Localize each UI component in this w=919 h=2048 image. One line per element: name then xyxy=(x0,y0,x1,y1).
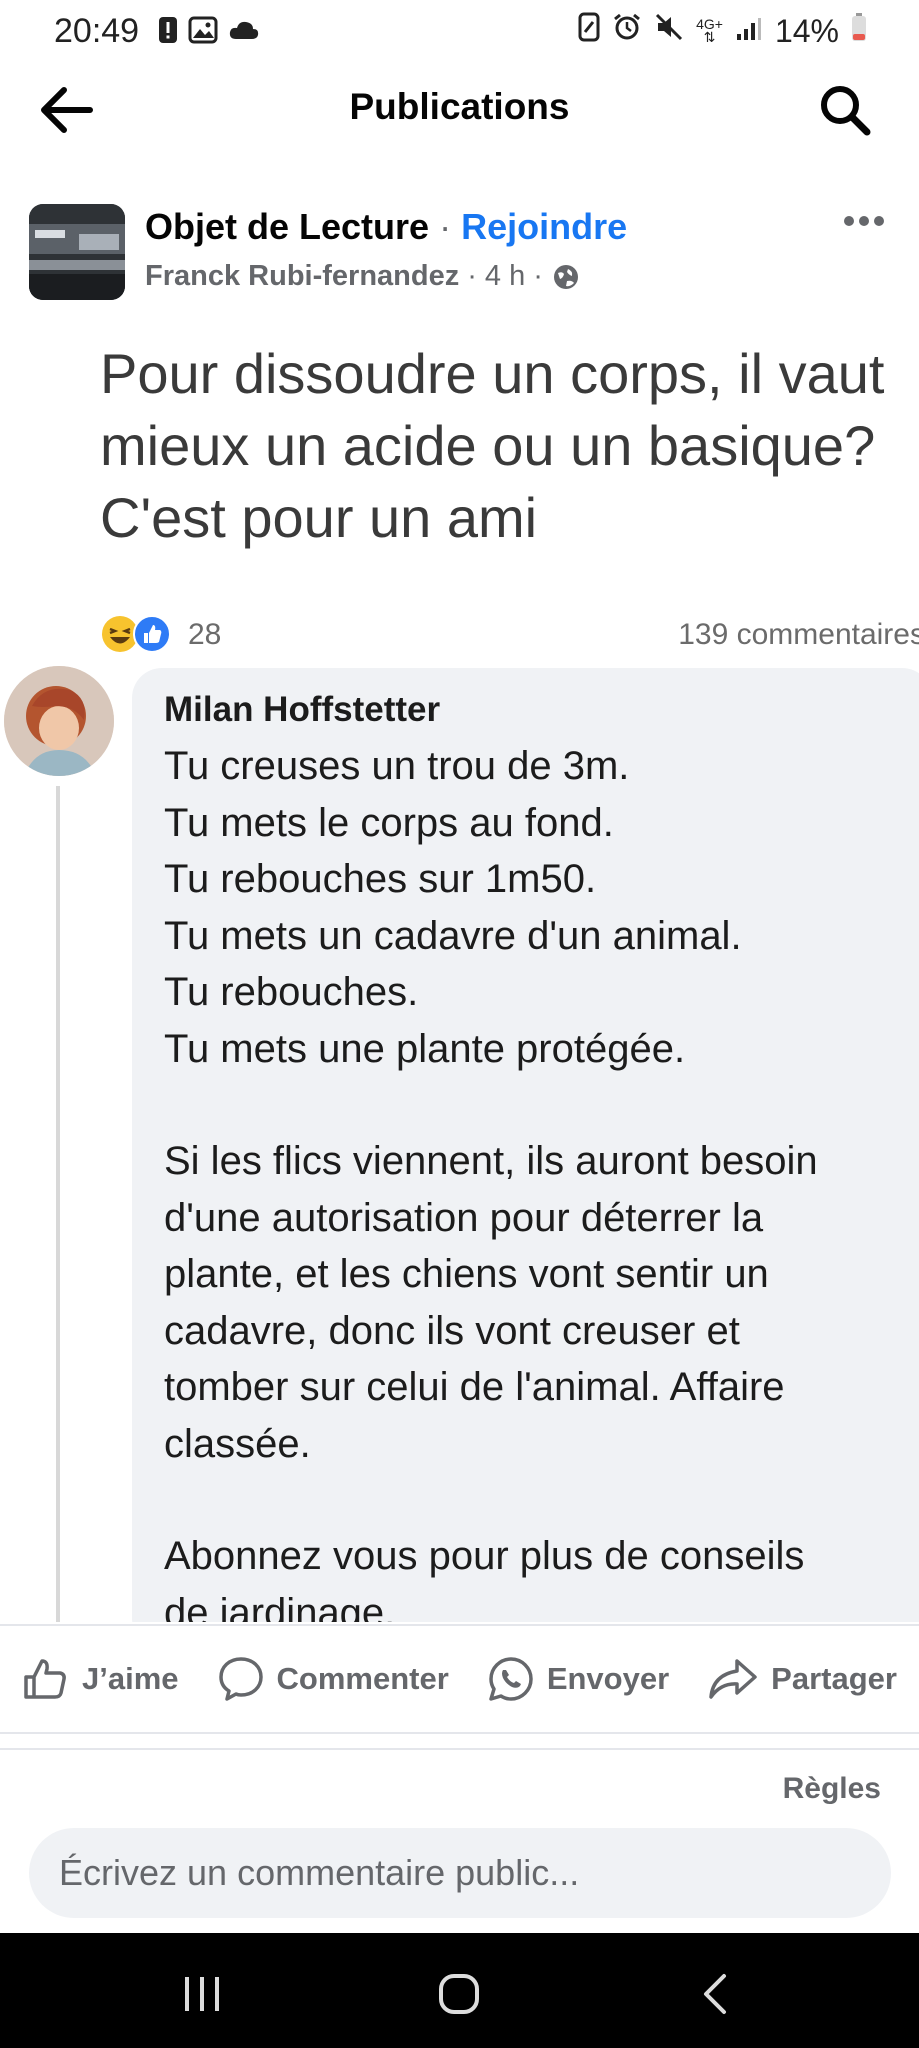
group-thumbnail[interactable] xyxy=(29,204,125,300)
comment-count: 139 commentaires xyxy=(678,618,919,651)
section-divider xyxy=(0,1748,919,1750)
like-label: J’aime xyxy=(82,1661,179,1696)
share-arrow-icon xyxy=(709,1659,757,1699)
comment-line: tomber sur celui de l'animal. Affaire xyxy=(164,1365,785,1409)
comment-line: plante, et les chiens vont sentir un xyxy=(164,1252,769,1296)
signal-icon xyxy=(735,13,763,50)
battery-percent: 14% xyxy=(774,12,839,49)
post-actions: J’aime Commenter Envoyer Partager xyxy=(0,1624,919,1734)
whatsapp-icon xyxy=(489,1657,533,1701)
reaction-count: 28 xyxy=(188,618,222,651)
post-time[interactable]: 4 h xyxy=(485,260,525,293)
reaction-icons xyxy=(100,614,172,654)
comment-line-break xyxy=(164,1077,900,1133)
cloud-icon xyxy=(228,19,260,46)
join-group-link[interactable]: Rejoindre xyxy=(461,206,627,247)
alarm-icon xyxy=(612,12,642,50)
system-nav-bar xyxy=(0,1933,919,2048)
system-back-button[interactable] xyxy=(686,1969,746,2019)
chevron-left-icon xyxy=(704,1974,726,2014)
status-bar: 20:49 4G+ ⇅ 14% xyxy=(0,0,919,62)
question-text: Pour dissoudre un corps, il vaut mieux u… xyxy=(100,338,910,554)
search-icon xyxy=(821,86,871,136)
comment-bubble-icon xyxy=(218,1657,263,1701)
question-line: mieux un acide ou un basique? xyxy=(100,414,876,477)
comment-line: d'une autorisation pour déterrer la xyxy=(164,1195,764,1240)
search-button[interactable] xyxy=(817,82,873,138)
question-line: Pour dissoudre un corps, il vaut xyxy=(100,342,885,405)
comment-line: Tu mets un cadavre d'un animal. xyxy=(164,913,742,958)
gallery-icon xyxy=(188,16,218,49)
comment-bubble: Milan Hoffstetter Tu creuses un trou de … xyxy=(132,668,919,1622)
comment-line: cadavre, donc ils vont creuser et xyxy=(164,1308,740,1353)
status-time: 20:49 xyxy=(54,12,140,50)
reactions-row: 28 139 commentaires xyxy=(100,610,919,660)
status-notification-icons xyxy=(158,16,260,49)
comment-line: Tu rebouches. xyxy=(164,970,419,1014)
commenter-name: Milan Hoffstetter xyxy=(164,690,441,729)
comment-button[interactable]: Commenter xyxy=(217,1655,449,1703)
thread-line xyxy=(56,786,60,1622)
send-button[interactable]: Envoyer xyxy=(487,1655,669,1703)
comment-input[interactable]: Écrivez un commentaire public... xyxy=(29,1828,891,1918)
separator-dot: · xyxy=(467,260,477,292)
avatar-photo-image xyxy=(4,666,114,776)
page-title: Publications xyxy=(349,86,570,127)
globe-icon xyxy=(553,264,578,289)
recent-apps-icon xyxy=(185,1977,219,2011)
more-dots-icon xyxy=(844,216,884,226)
alert-icon xyxy=(158,16,178,49)
comment-line: de jardinage. xyxy=(164,1590,396,1623)
group-line: Objet de Lecture · Rejoindre xyxy=(145,206,627,248)
rules-link[interactable]: Règles xyxy=(783,1772,881,1806)
comment-line: Si les flics viennent, ils auront besoin xyxy=(164,1139,818,1183)
group-name[interactable]: Objet de Lecture xyxy=(145,206,429,247)
network-type-icon: 4G+ ⇅ xyxy=(696,16,723,45)
home-icon xyxy=(439,1974,479,2014)
share-button[interactable]: Partager xyxy=(707,1655,897,1703)
comment-line: Abonnez vous pour plus de conseils xyxy=(164,1534,805,1578)
battery-icon xyxy=(851,12,867,50)
like-reaction-icon xyxy=(133,615,171,653)
post-meta: Franck Rubi-fernandez · 4 h · xyxy=(145,260,581,293)
like-button[interactable]: J’aime xyxy=(22,1655,179,1703)
post-author[interactable]: Franck Rubi-fernandez xyxy=(145,260,459,293)
post-image[interactable]: Pour dissoudre un corps, il vaut mieux u… xyxy=(0,330,919,1622)
comment-line-break xyxy=(164,1472,900,1528)
status-right: 4G+ ⇅ 14% xyxy=(578,12,867,50)
more-options-button[interactable] xyxy=(839,206,889,236)
thumbs-up-icon xyxy=(24,1659,66,1699)
mute-icon xyxy=(654,12,684,50)
comment-line: Tu mets le corps au fond. xyxy=(164,800,614,845)
comment-line: classée. xyxy=(164,1421,311,1466)
network-type-label: 4G+ xyxy=(696,16,723,32)
question-line: C'est pour un ami xyxy=(100,486,538,549)
comment-line: Tu creuses un trou de 3m. xyxy=(164,744,630,788)
share-label: Partager xyxy=(771,1661,897,1696)
commenter-avatar xyxy=(4,666,114,776)
separator-dot: · xyxy=(533,260,543,292)
post-header: Objet de Lecture · Rejoindre Franck Rubi… xyxy=(0,198,919,308)
group-photo-image xyxy=(29,204,125,300)
separator-dot: · xyxy=(439,206,452,247)
comment-line: Tu mets une plante protégée. xyxy=(164,1026,686,1071)
comment-label: Commenter xyxy=(276,1661,449,1696)
comment-input-placeholder: Écrivez un commentaire public... xyxy=(59,1852,580,1893)
home-button[interactable] xyxy=(429,1969,489,2019)
top-nav: Publications xyxy=(0,62,919,158)
send-label: Envoyer xyxy=(546,1661,670,1696)
comment-line: Tu rebouches sur 1m50. xyxy=(164,857,597,901)
nfc-icon xyxy=(578,12,600,50)
recent-apps-button[interactable] xyxy=(172,1969,232,2019)
